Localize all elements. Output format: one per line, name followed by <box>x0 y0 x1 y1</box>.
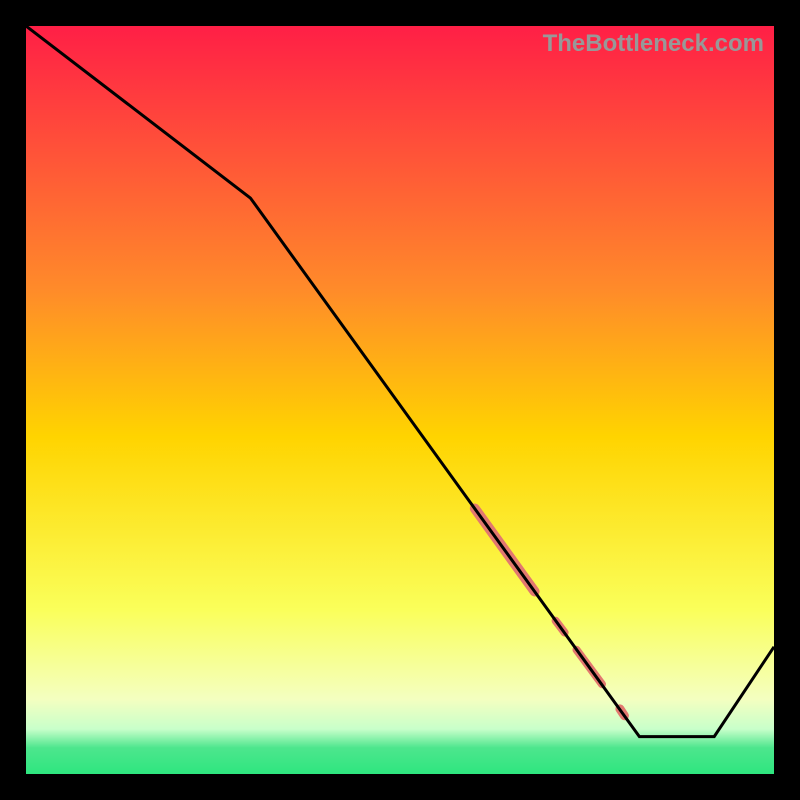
gradient-background <box>26 26 774 774</box>
bottleneck-chart <box>26 26 774 774</box>
watermark-text: TheBottleneck.com <box>543 30 764 58</box>
chart-frame: TheBottleneck.com <box>26 26 774 774</box>
